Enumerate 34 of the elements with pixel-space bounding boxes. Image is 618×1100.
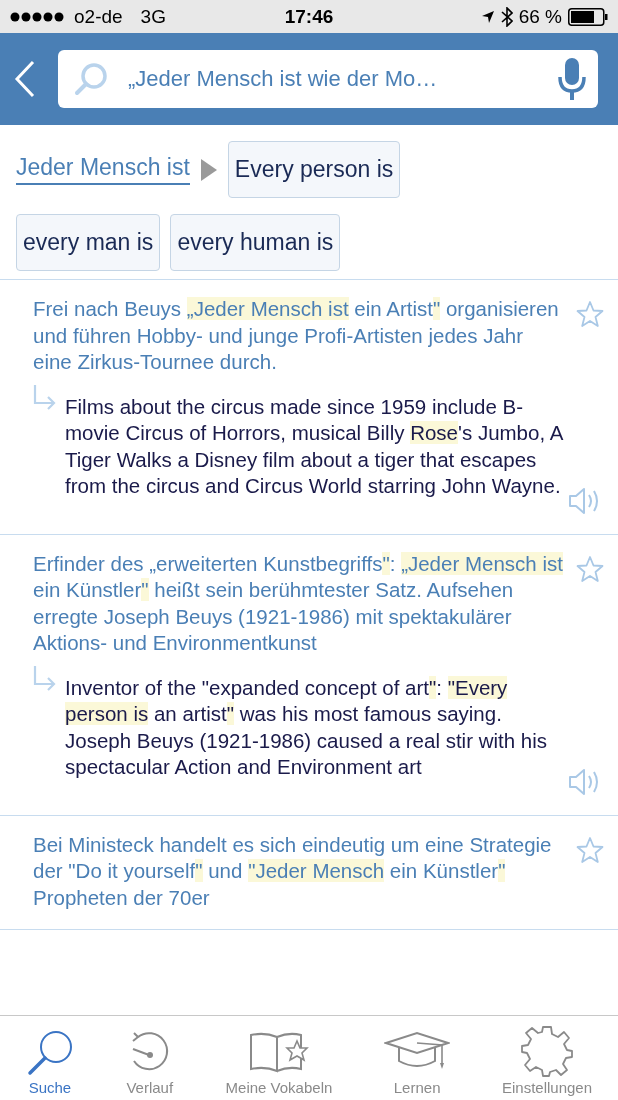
- german-example: Frei nach Beuys „Jeder Mensch ist ein Artist" organisieren und führen Hobby- und junge Profi-Artisten jedes Jahr eine Zirkus-Tournee durch.: [33, 296, 560, 375]
- search-field[interactable]: „Jeder Mensch ist wie der Mo…: [120, 66, 546, 92]
- german-example: Bei Ministeck handelt es sich eindeutig um eine Strategie der "Do it yourself" und "Jeder Mensch ein Künstler" Propheten der 70er: [33, 831, 553, 911]
- search-icon: [74, 62, 108, 96]
- german-example: Erfinder des „erweiterten Kunstbegriffs": „Jeder Mensch ist ein Künstler" heißt sein berühmtester Satz. Aufsehen erregte Joseph Beuys (1921-1986) mit spektakulärer Aktions- und Environmentkunst: [33, 550, 564, 656]
- translation-chip[interactable]: every man is: [16, 214, 161, 271]
- play-triangle-icon: [199, 157, 218, 182]
- star-icon[interactable]: [576, 300, 604, 328]
- location-arrow-icon: [480, 9, 495, 24]
- translation-arrow-icon: [33, 383, 57, 410]
- tab-item[interactable]: Meine Vokabeln: [225, 1029, 333, 1096]
- battery-percent: 66 %: [518, 5, 562, 28]
- bluetooth-icon: [500, 6, 513, 27]
- microphone-icon[interactable]: [558, 57, 586, 101]
- translation-chip[interactable]: Every person is: [227, 141, 401, 198]
- back-icon[interactable]: [14, 60, 36, 98]
- tab-item[interactable]: Einstellungen: [501, 1025, 593, 1096]
- english-translation: Inventor of the "expanded concept of art": "Every person is an artist" was his most famous saying. Joseph Beuys (1921-1986) caused a real stir with his spectacular Action and Environment art: [65, 674, 548, 780]
- english-translation: Films about the circus made since 1959 include B-movie Circus of Horrors, musical Billy Rose's Jumbo, A Tiger Walks a Disney film about a tiger that escapes from the circus and Circus World starring John Wayne.: [65, 393, 564, 499]
- tab-item[interactable]: Verlauf: [125, 1029, 174, 1096]
- search-bar[interactable]: „Jeder Mensch ist wie der Mo…: [58, 50, 598, 108]
- translation-arrow-icon: [33, 664, 57, 691]
- star-icon[interactable]: [576, 554, 604, 583]
- search-icon: [25, 1029, 74, 1077]
- tab-item[interactable]: Lernen: [384, 1029, 451, 1096]
- carrier-name: o2-de: [74, 5, 123, 28]
- tab-item[interactable]: Suche: [25, 1029, 74, 1096]
- star-icon[interactable]: [576, 835, 604, 864]
- network-type: 3G: [140, 5, 166, 28]
- clock-time: 17:46: [284, 5, 334, 28]
- source-phrase-link[interactable]: Jeder Mensch ist: [16, 154, 190, 185]
- settings-icon: [521, 1025, 573, 1077]
- translation-chip[interactable]: every human is: [170, 214, 341, 271]
- battery-icon: [568, 7, 608, 26]
